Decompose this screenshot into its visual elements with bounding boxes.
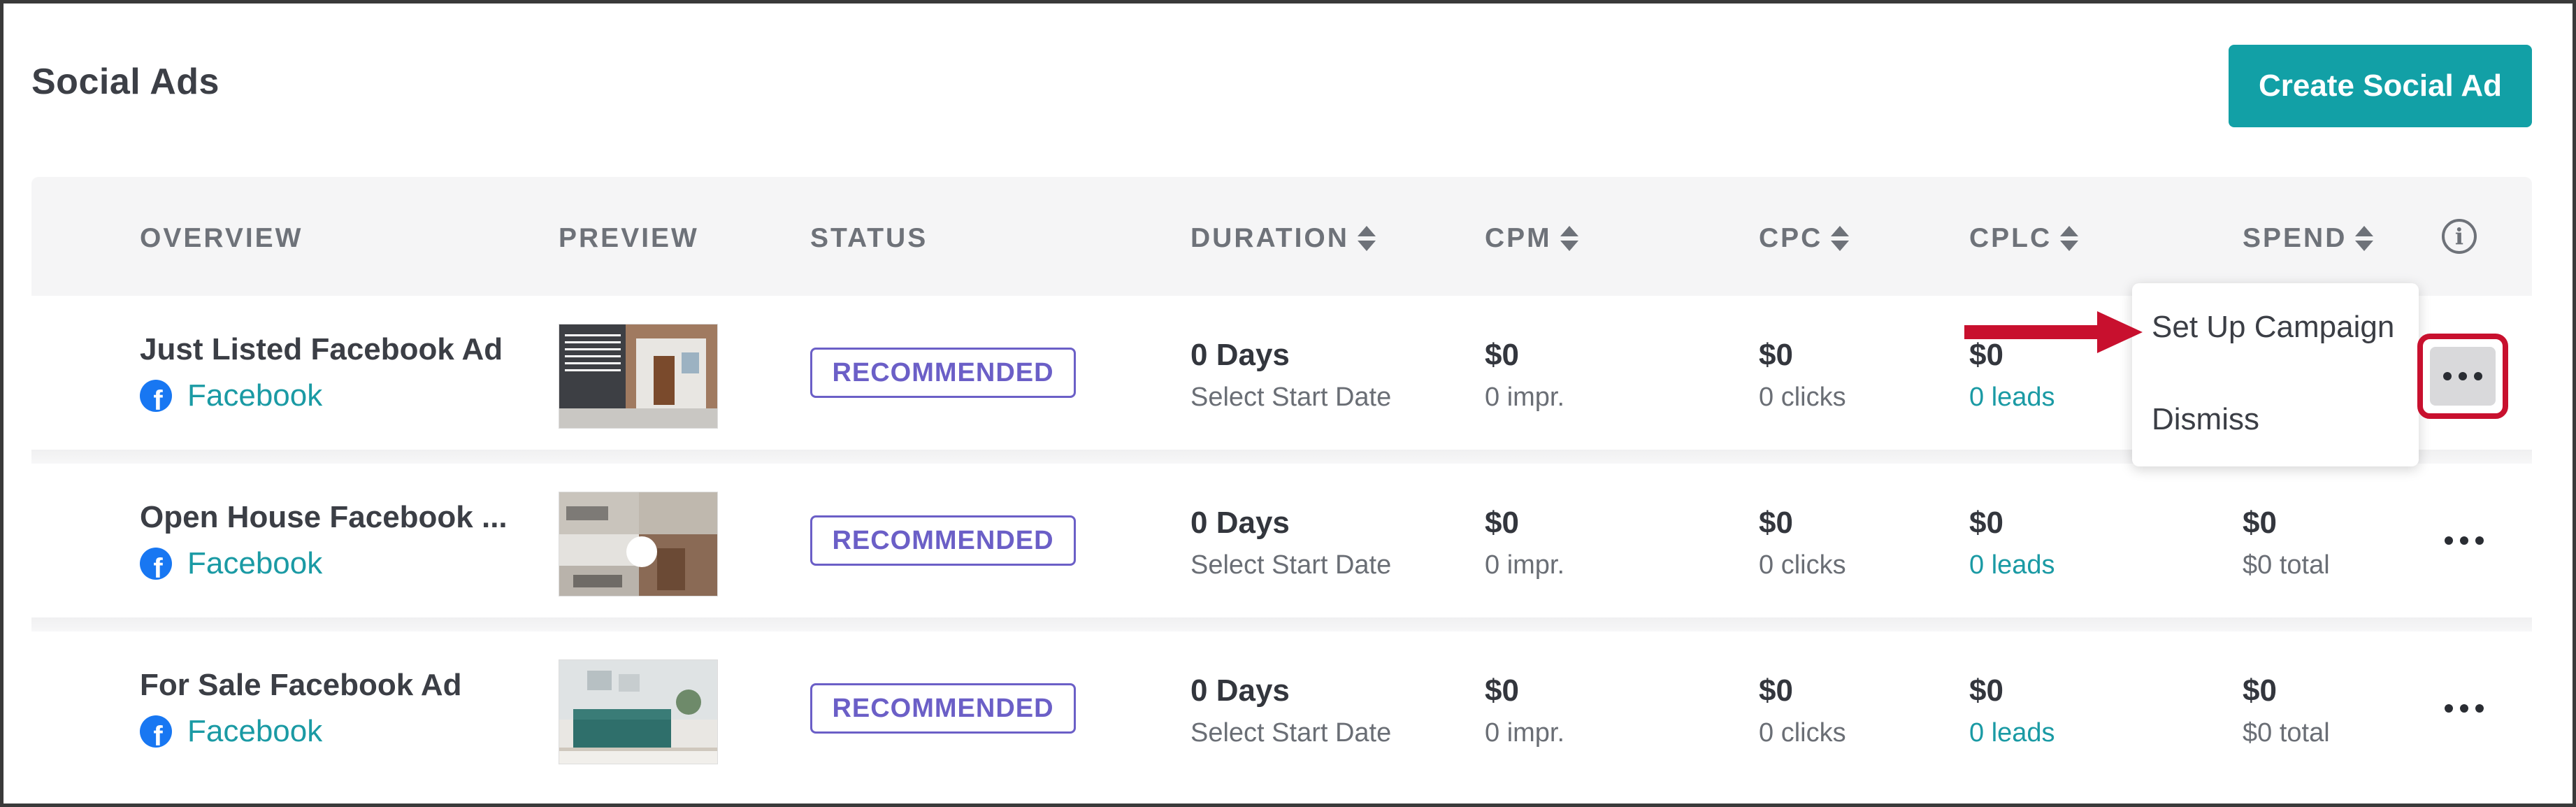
sort-icon[interactable] xyxy=(2355,224,2374,252)
cpc-value: $0 xyxy=(1759,506,1793,540)
table-header: OVERVIEW PREVIEW STATUS DURATION CPM CPC… xyxy=(31,177,2532,296)
menu-item-dismiss[interactable]: Dismiss xyxy=(2152,402,2259,437)
column-duration[interactable]: DURATION xyxy=(1190,223,1376,254)
sort-icon[interactable] xyxy=(2060,224,2079,252)
page-title: Social Ads xyxy=(31,62,220,102)
open-house-preview-image xyxy=(559,492,717,596)
status-badge: RECOMMENDED xyxy=(810,683,1076,734)
sort-icon[interactable] xyxy=(1357,224,1376,252)
clicks-value: 0 clicks xyxy=(1759,550,1846,580)
spend-total: $0 total xyxy=(2243,718,2330,748)
sort-icon[interactable] xyxy=(1831,224,1850,252)
select-start-date-link[interactable]: Select Start Date xyxy=(1190,550,1391,580)
leads-link[interactable]: 0 leads xyxy=(1969,383,2055,413)
ad-preview-thumbnail[interactable] xyxy=(559,492,718,597)
leads-link[interactable]: 0 leads xyxy=(1969,718,2055,748)
facebook-icon: f xyxy=(140,380,172,412)
clicks-value: 0 clicks xyxy=(1759,718,1846,748)
ad-name[interactable]: For Sale Facebook Ad xyxy=(140,668,461,703)
more-options-icon[interactable] xyxy=(2417,334,2508,419)
impressions-value: 0 impr. xyxy=(1485,718,1565,748)
column-cpc[interactable]: CPC xyxy=(1759,223,1850,254)
cpm-value: $0 xyxy=(1485,506,1519,540)
platform-link[interactable]: f Facebook xyxy=(140,714,322,749)
just-listed-preview-image xyxy=(559,324,717,428)
cpm-value: $0 xyxy=(1485,338,1519,372)
cplc-value: $0 xyxy=(1969,506,2003,540)
column-overview: OVERVIEW xyxy=(140,223,303,253)
impressions-value: 0 impr. xyxy=(1485,550,1565,580)
status-badge: RECOMMENDED xyxy=(810,515,1076,566)
platform-link[interactable]: f Facebook xyxy=(140,378,322,413)
column-cplc[interactable]: CPLC xyxy=(1969,223,2079,254)
cplc-value: $0 xyxy=(1969,673,2003,708)
platform-link[interactable]: f Facebook xyxy=(140,546,322,581)
table-row: Open House Facebook ... f Facebook RECOM… xyxy=(31,464,2532,617)
more-options-button-active[interactable] xyxy=(2430,347,2496,406)
select-start-date-link[interactable]: Select Start Date xyxy=(1190,718,1391,748)
info-icon[interactable]: i xyxy=(2442,219,2477,254)
impressions-value: 0 impr. xyxy=(1485,383,1565,412)
cpm-value: $0 xyxy=(1485,673,1519,708)
status-badge: RECOMMENDED xyxy=(810,348,1076,398)
column-status: STATUS xyxy=(810,223,928,253)
spend-value: $0 xyxy=(2243,506,2277,540)
ad-preview-thumbnail[interactable] xyxy=(559,659,718,764)
cpc-value: $0 xyxy=(1759,338,1793,372)
ad-name[interactable]: Open House Facebook ... xyxy=(140,500,508,535)
ad-preview-thumbnail[interactable] xyxy=(559,324,718,429)
table-row: For Sale Facebook Ad f Facebook RECOMMEN… xyxy=(31,631,2532,785)
more-options-icon[interactable] xyxy=(2426,687,2503,729)
spend-value: $0 xyxy=(2243,673,2277,708)
more-options-icon[interactable] xyxy=(2426,520,2503,562)
facebook-icon: f xyxy=(140,548,172,580)
leads-link[interactable]: 0 leads xyxy=(1969,550,2055,580)
column-cpm[interactable]: CPM xyxy=(1485,223,1578,254)
create-social-ad-button[interactable]: Create Social Ad xyxy=(2229,45,2532,127)
menu-item-set-up-campaign[interactable]: Set Up Campaign xyxy=(2152,310,2394,345)
column-preview: PREVIEW xyxy=(559,223,699,253)
sort-icon[interactable] xyxy=(1560,224,1578,252)
row-divider xyxy=(31,617,2532,631)
app-frame: Social Ads Create Social Ad OVERVIEW PRE… xyxy=(0,0,2576,807)
duration-value: 0 Days xyxy=(1190,338,1290,372)
for-sale-preview-image xyxy=(559,660,717,764)
select-start-date-link[interactable]: Select Start Date xyxy=(1190,383,1391,413)
ads-table: OVERVIEW PREVIEW STATUS DURATION CPM CPC… xyxy=(31,177,2532,806)
duration-value: 0 Days xyxy=(1190,673,1290,708)
spend-total: $0 total xyxy=(2243,550,2330,580)
row-actions-menu: Set Up Campaign Dismiss xyxy=(2132,283,2419,466)
clicks-value: 0 clicks xyxy=(1759,383,1846,412)
duration-value: 0 Days xyxy=(1190,506,1290,540)
ad-name[interactable]: Just Listed Facebook Ad xyxy=(140,332,503,367)
cpc-value: $0 xyxy=(1759,673,1793,708)
column-spend[interactable]: SPEND xyxy=(2243,223,2374,254)
facebook-icon: f xyxy=(140,715,172,748)
red-arrow-icon xyxy=(1964,311,2143,353)
